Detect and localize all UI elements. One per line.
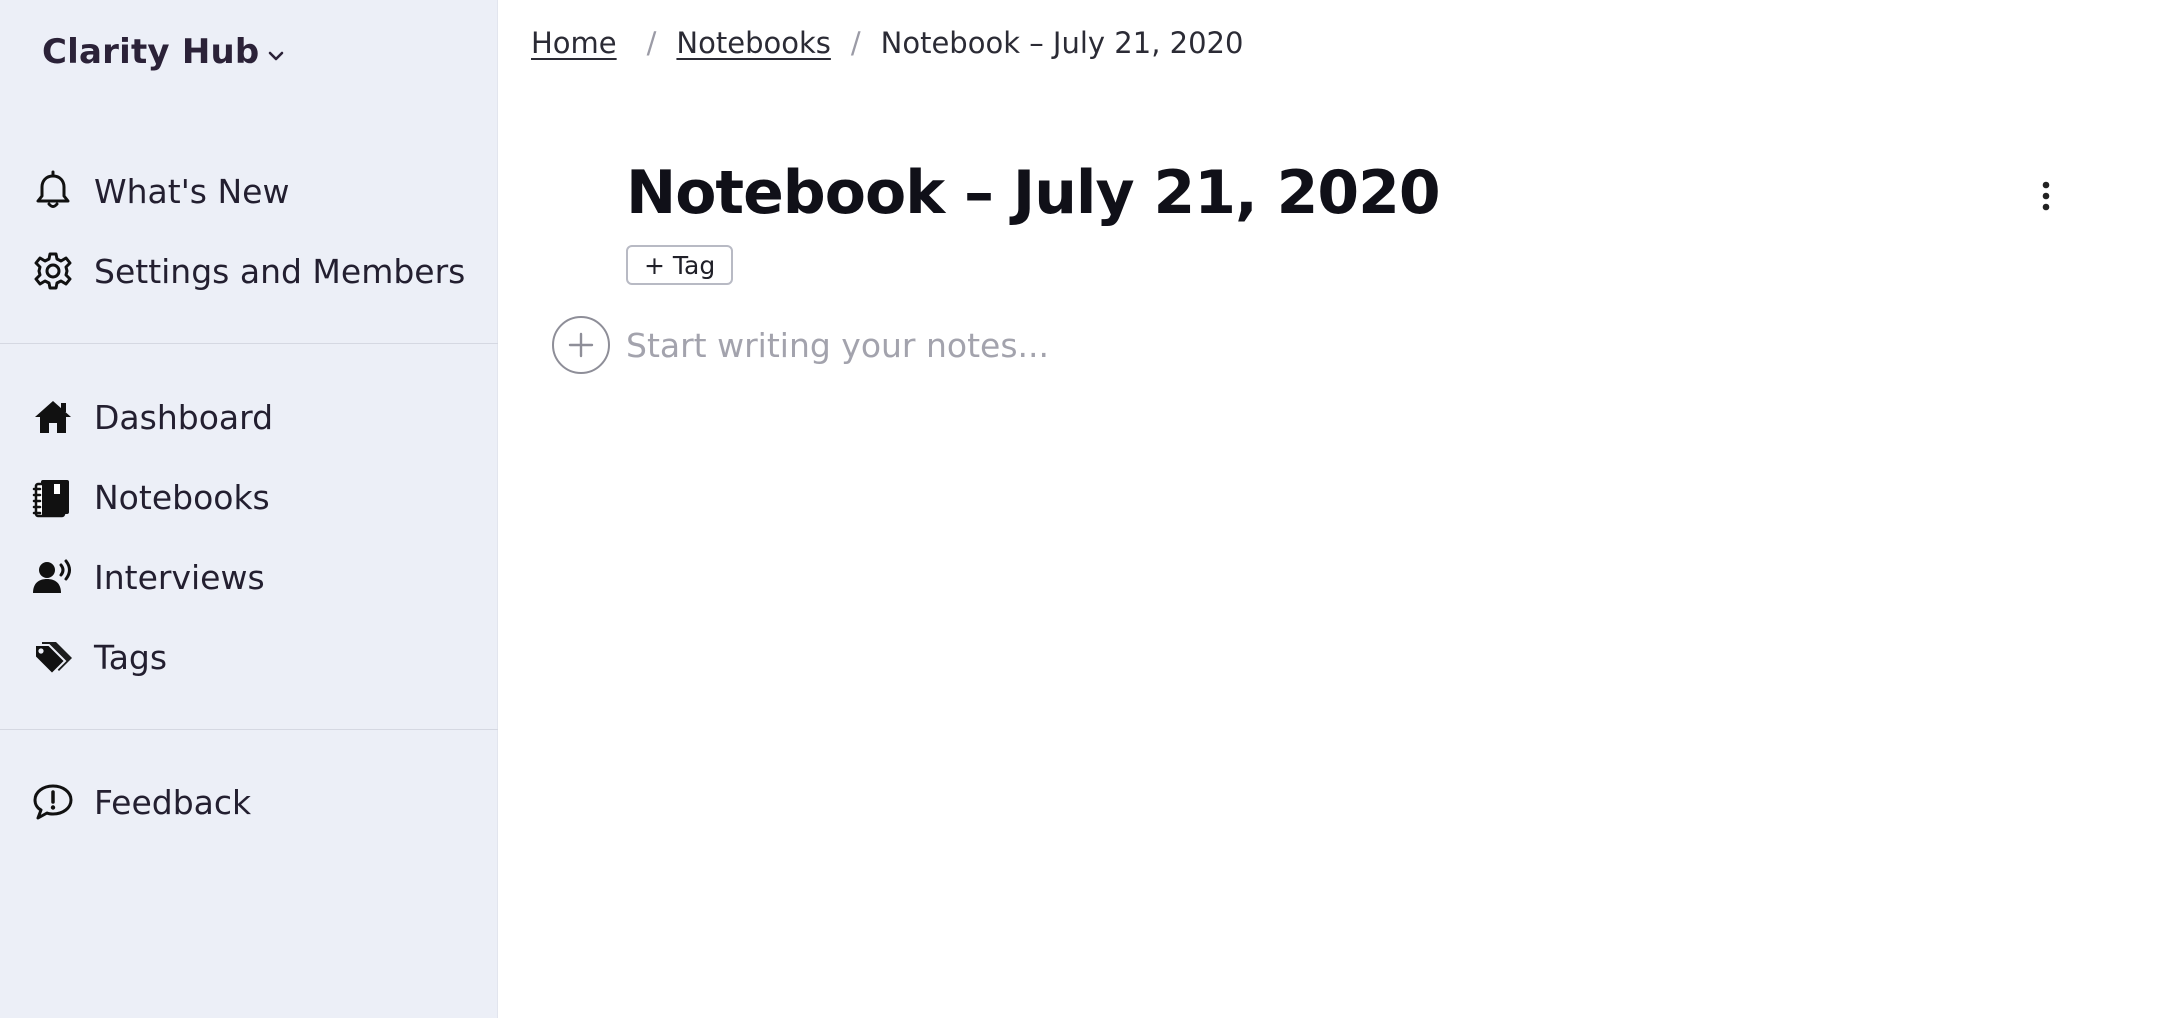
chevron-down-icon [269,51,284,61]
add-block-button[interactable] [552,316,610,374]
sidebar-item-label: Settings and Members [94,251,466,291]
sidebar-item-feedback[interactable]: Feedback [32,772,251,832]
home-icon [32,396,74,438]
bell-icon [32,170,74,212]
sidebar-item-label: Notebooks [94,477,270,517]
more-vertical-icon [2042,181,2050,211]
sidebar-item-settings-and-members[interactable]: Settings and Members [32,241,465,301]
brand-name: Clarity Hub [42,32,260,72]
workspace-switcher[interactable]: Clarity Hub [42,32,285,72]
sidebar-item-whats-new[interactable]: What's New [32,161,289,221]
more-options-button[interactable] [2026,176,2066,216]
breadcrumb-separator: / [646,26,657,60]
breadcrumb: Home / Notebooks / Notebook – July 21, 2… [531,26,1243,60]
breadcrumb-notebooks-link[interactable]: Notebooks [676,26,830,60]
sidebar-divider [0,343,498,344]
sidebar-item-interviews[interactable]: Interviews [32,547,265,607]
breadcrumb-home-link[interactable]: Home [531,26,617,60]
sidebar-item-label: Tags [94,637,168,677]
sidebar-item-label: What's New [94,171,290,211]
sidebar: Clarity Hub What's New Settings and Memb… [0,0,498,1018]
app-window: Clarity Hub What's New Settings and Memb… [0,0,2176,1018]
breadcrumb-separator: / [850,26,861,60]
page-title[interactable]: Notebook – July 21, 2020 [626,158,1441,228]
plus-icon [568,332,594,358]
sidebar-divider [0,729,498,730]
sidebar-item-tags[interactable]: Tags [32,627,167,687]
sidebar-item-notebooks[interactable]: Notebooks [32,467,270,527]
notebooks-icon [32,476,74,518]
sidebar-item-dashboard[interactable]: Dashboard [32,387,273,447]
sidebar-item-label: Interviews [94,557,265,597]
sidebar-item-label: Feedback [94,782,252,822]
add-tag-button[interactable]: + Tag [626,245,734,285]
interviews-icon [32,556,74,598]
feedback-icon [32,781,74,823]
breadcrumb-current: Notebook – July 21, 2020 [880,26,1244,60]
notes-editor-input[interactable] [626,322,2026,368]
sidebar-item-label: Dashboard [94,397,274,437]
tags-icon [32,636,74,678]
gear-icon [32,250,74,292]
